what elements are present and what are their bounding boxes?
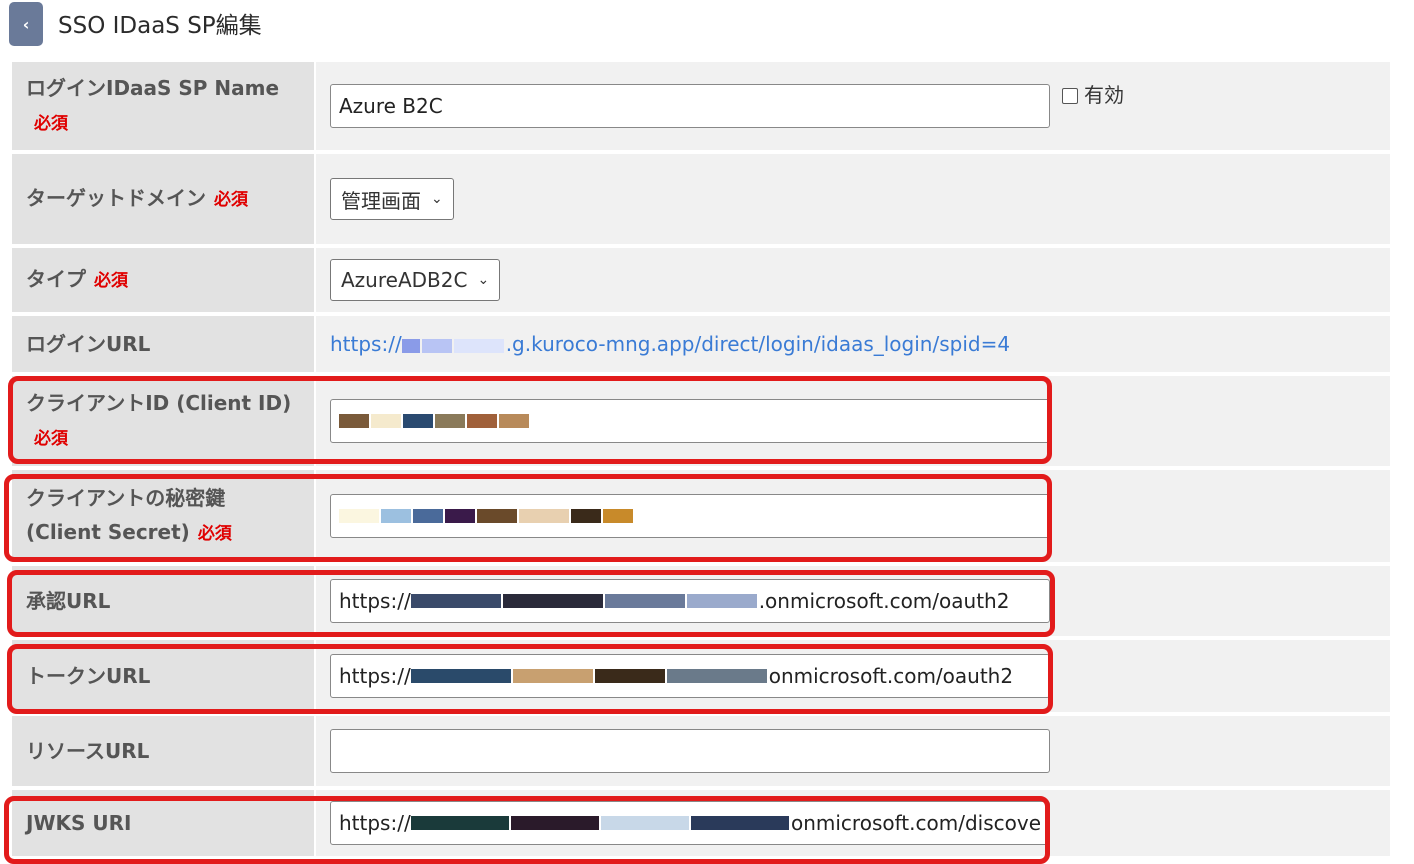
type-label: タイプ <box>26 267 86 291</box>
target-domain-label: ターゲットドメイン <box>26 186 206 210</box>
resource-url-input[interactable] <box>330 729 1050 773</box>
row-type: タイプ 必須 AzureADB2C ⌄ <box>12 248 1390 312</box>
row-token-url: トークンURL https:// onmicrosoft.com/oauth2 <box>12 640 1390 712</box>
row-client-secret: クライアントの秘密鍵 (Client Secret) 必須 <box>12 470 1390 562</box>
redacted-block <box>691 816 789 830</box>
sp-name-input[interactable]: Azure B2C <box>330 84 1050 128</box>
redacted-block <box>453 338 504 353</box>
required-badge: 必須 <box>34 429 68 449</box>
resource-url-label: リソースURL <box>26 739 150 763</box>
redacted-block <box>666 669 767 683</box>
row-resource-url: リソースURL <box>12 716 1390 786</box>
required-badge: 必須 <box>214 190 248 210</box>
redacted-block <box>603 509 633 523</box>
redacted-block <box>477 509 517 523</box>
redacted-block <box>410 669 511 683</box>
redacted-block <box>571 509 601 523</box>
redacted-block <box>403 414 433 428</box>
required-badge: 必須 <box>94 271 128 291</box>
row-login-url: ログインURL https://.g.kuroco-mng.app/direct… <box>12 316 1390 372</box>
redacted-block <box>410 594 501 608</box>
page-title: SSO IDaaS SP編集 <box>58 13 262 39</box>
row-client-id: クライアントID (Client ID) 必須 <box>12 376 1390 466</box>
target-domain-select[interactable]: 管理画面 ⌄ <box>330 178 454 220</box>
redacted-block <box>467 414 497 428</box>
redacted-block <box>604 594 685 608</box>
auth-url-label: 承認URL <box>26 589 111 613</box>
redacted-block <box>339 414 369 428</box>
redacted-block <box>594 669 665 683</box>
redacted-block <box>510 816 599 830</box>
redacted-block <box>435 414 465 428</box>
redacted-block <box>686 594 757 608</box>
row-target-domain: ターゲットドメイン 必須 管理画面 ⌄ <box>12 154 1390 244</box>
client-secret-label: クライアントの秘密鍵 (Client Secret) <box>26 486 226 544</box>
sp-edit-form: ログインIDaaS SP Name 必須 Azure B2C 有効 ターゲットドメ… <box>12 58 1390 860</box>
login-url-label: ログインURL <box>26 332 151 356</box>
redacted-block <box>445 509 475 523</box>
redacted-block <box>502 594 603 608</box>
client-id-input[interactable] <box>330 399 1050 443</box>
chevron-down-icon: ⌄ <box>431 191 443 207</box>
redacted-block <box>339 509 379 523</box>
redacted-block <box>519 509 569 523</box>
enabled-checkbox[interactable] <box>1062 88 1078 104</box>
redacted-block <box>381 509 411 523</box>
redacted-block <box>401 338 420 353</box>
required-badge: 必須 <box>197 524 232 544</box>
redacted-block <box>371 414 401 428</box>
client-id-label: クライアントID (Client ID) <box>26 391 292 415</box>
redacted-block <box>512 669 593 683</box>
required-badge: 必須 <box>34 114 68 134</box>
token-url-input[interactable]: https:// onmicrosoft.com/oauth2 <box>330 654 1050 698</box>
chevron-down-icon: ⌄ <box>477 272 490 288</box>
redacted-block <box>421 338 452 353</box>
row-name: ログインIDaaS SP Name 必須 Azure B2C 有効 <box>12 62 1390 150</box>
chevron-left-icon: ‹ <box>22 14 30 34</box>
jwks-uri-label: JWKS URI <box>26 811 132 835</box>
client-secret-input[interactable] <box>330 494 1050 538</box>
row-auth-url: 承認URL https:// .onmicrosoft.com/oauth2 <box>12 566 1390 636</box>
name-label: ログインIDaaS SP Name <box>26 76 280 100</box>
enabled-label: 有効 <box>1084 82 1124 107</box>
redacted-block <box>410 816 509 830</box>
type-select[interactable]: AzureADB2C ⌄ <box>330 259 501 301</box>
login-url-link[interactable]: https://.g.kuroco-mng.app/direct/login/i… <box>330 332 1010 356</box>
auth-url-input[interactable]: https:// .onmicrosoft.com/oauth2 <box>330 579 1050 623</box>
token-url-label: トークンURL <box>26 664 151 688</box>
redacted-block <box>413 509 443 523</box>
jwks-uri-input[interactable]: https:// onmicrosoft.com/discove <box>330 801 1050 845</box>
row-jwks-uri: JWKS URI https:// onmicrosoft.com/discov… <box>12 790 1390 856</box>
redacted-block <box>600 816 690 830</box>
back-button[interactable]: ‹ <box>9 2 43 46</box>
redacted-block <box>499 414 529 428</box>
